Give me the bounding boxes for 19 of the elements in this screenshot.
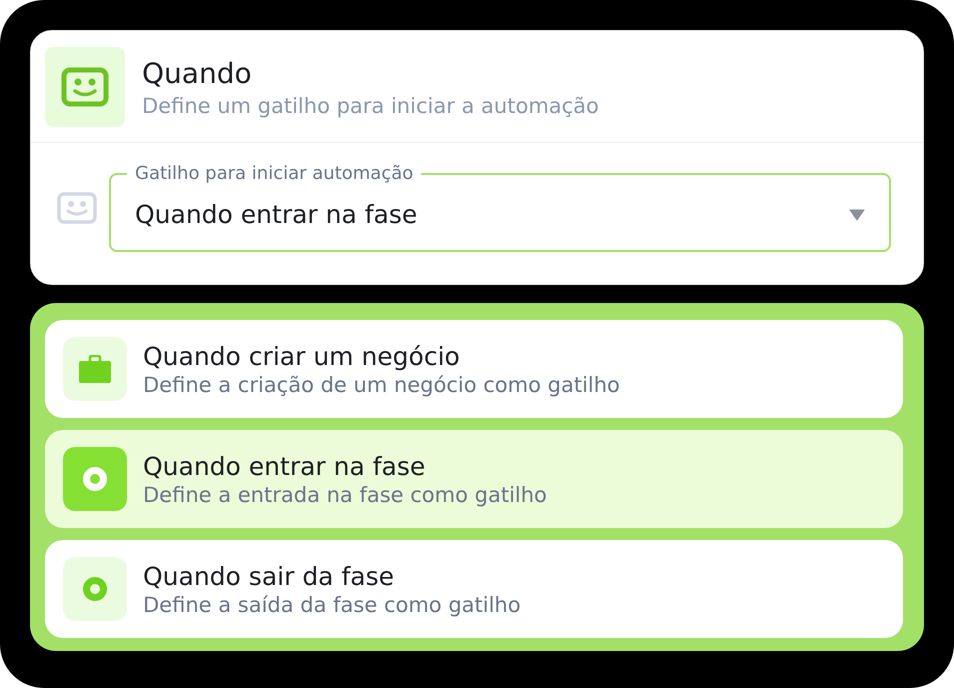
option-title: Quando sair da fase [143,562,395,590]
section-title: Quando [142,56,253,90]
robot-face-icon [45,47,125,127]
option-description: Define a entrada na fase como gatilho [143,482,547,506]
option-description: Define a saída da fase como gatilho [143,592,521,616]
option-description: Define a criação de um negócio como gatilho [143,372,620,396]
trigger-option[interactable]: Quando entrar na fase Define a entrada na fase como gatilho [45,430,903,528]
section-subtitle: Define um gatilho para iniciar a automação [142,94,599,118]
ring-icon [63,447,127,511]
ring-icon [63,557,127,621]
trigger-option[interactable]: Quando criar um negócio Define a criação de um negócio como gatilho [45,320,903,418]
field-label: Gatilho para iniciar automação [134,163,414,185]
option-title: Quando criar um negócio [143,342,461,370]
briefcase-icon [63,337,127,401]
option-title: Quando entrar na fase [143,452,426,480]
trigger-select[interactable]: Gatilho para iniciar automação Quando entrar na fase [109,163,891,252]
caret-icon [849,208,865,220]
robot-face-icon [57,192,97,224]
trigger-option[interactable]: Quando sair da fase Define a saída da fase como gatilho [45,540,903,638]
